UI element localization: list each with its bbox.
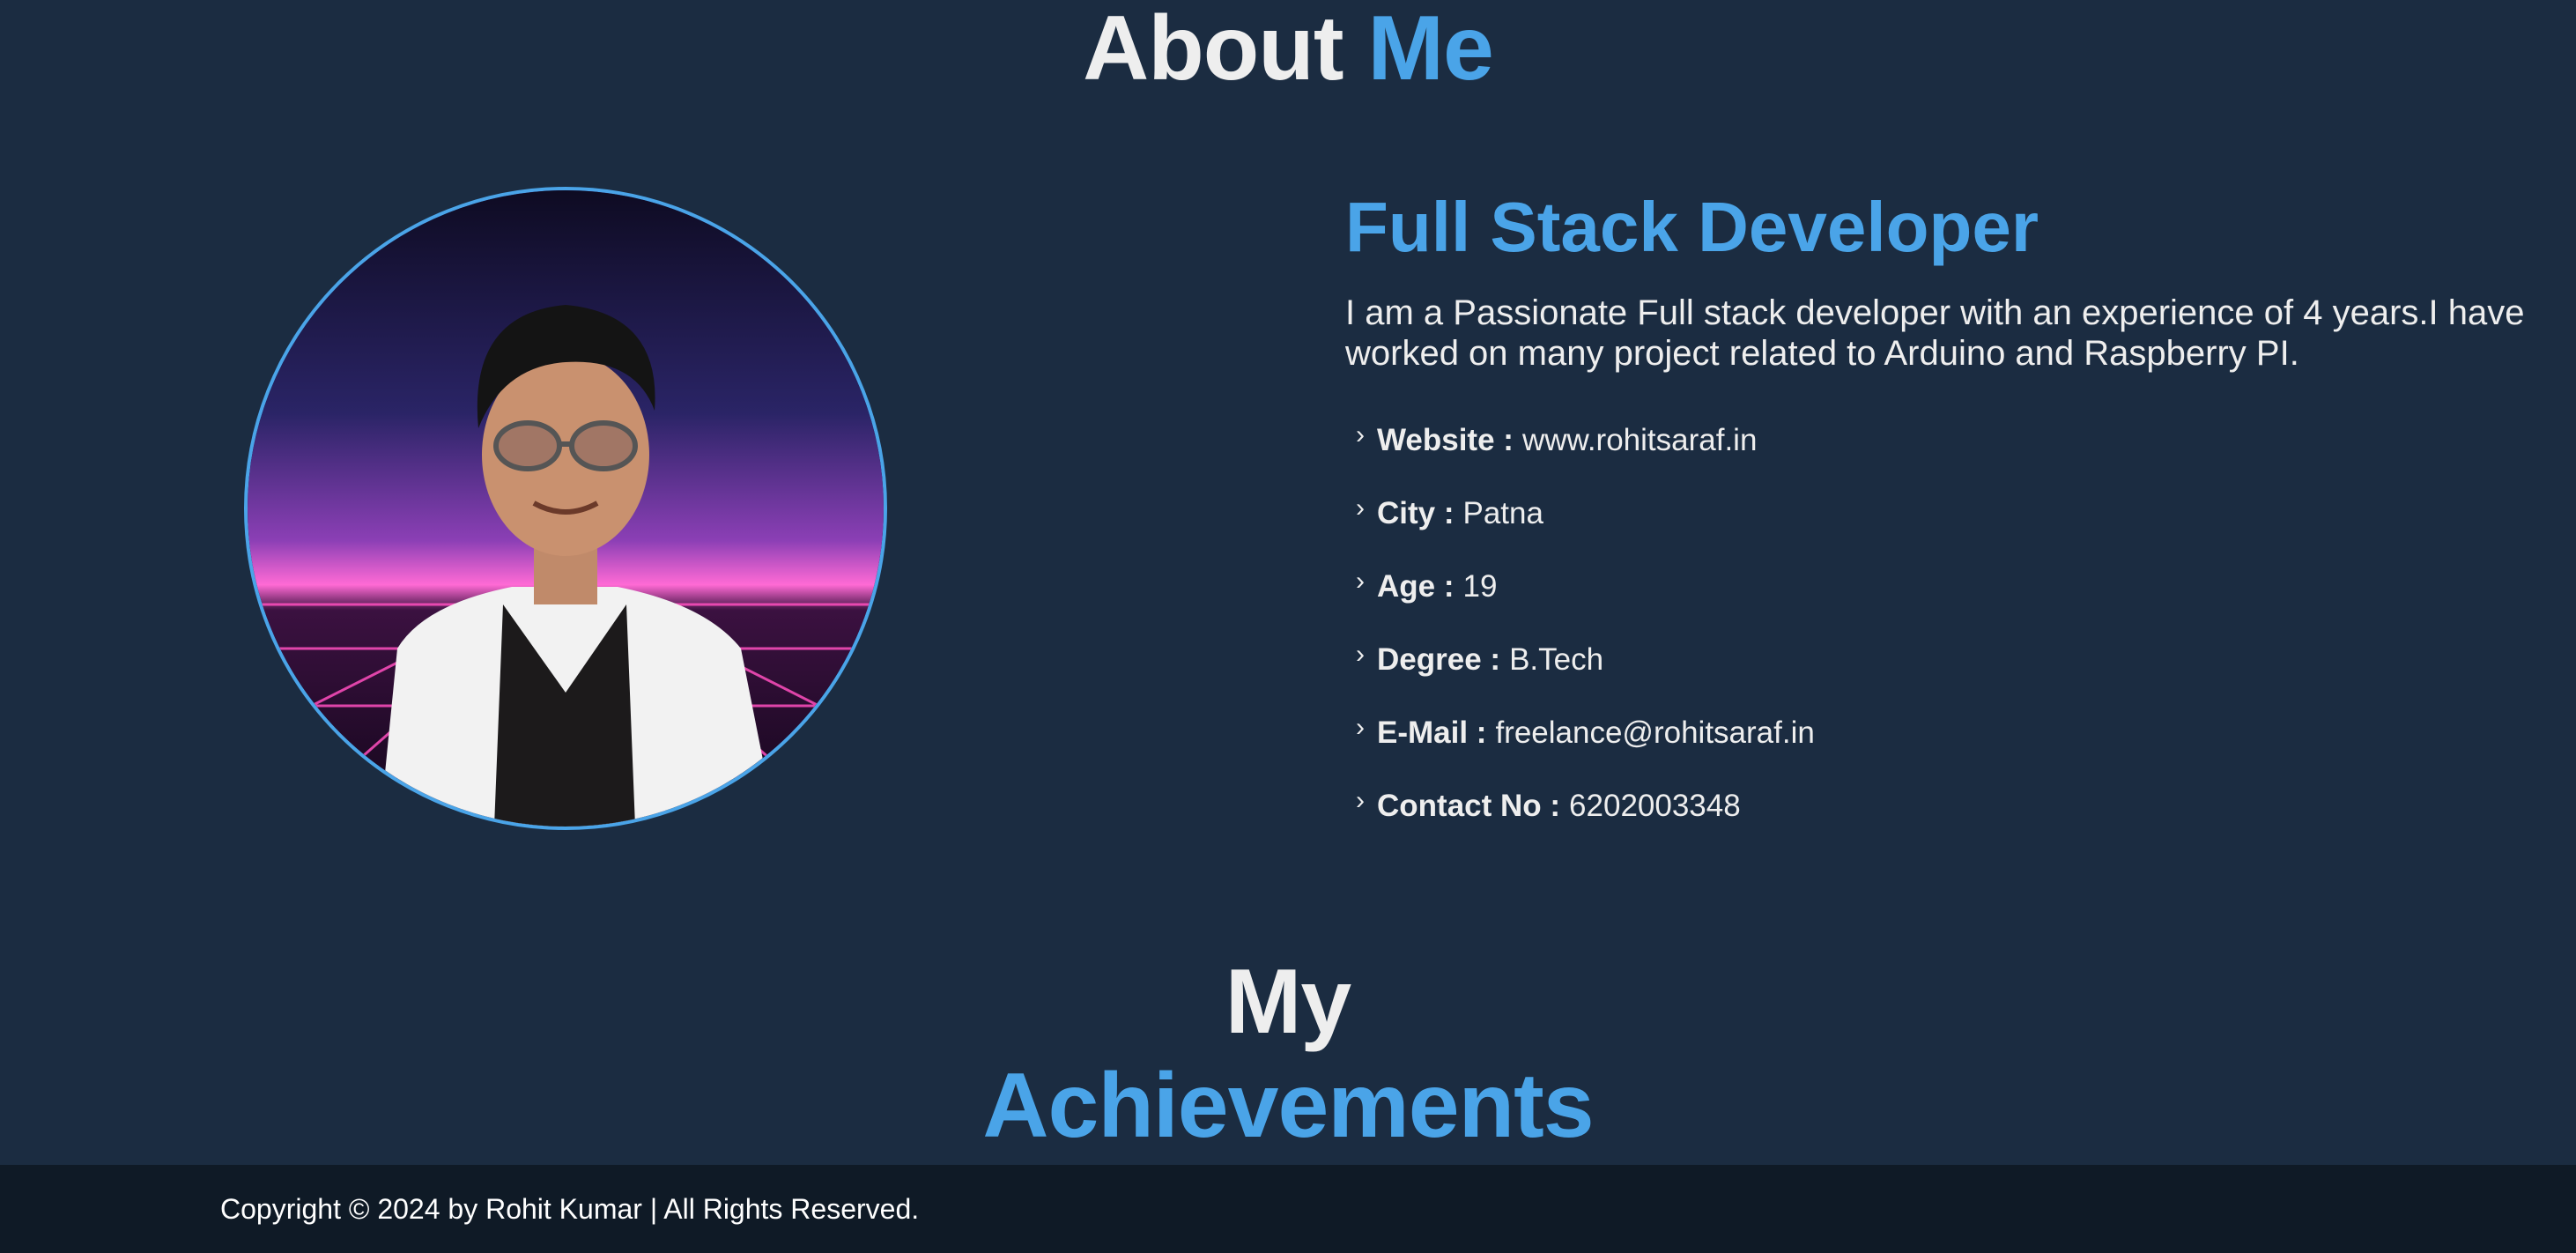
detail-value: freelance@rohitsaraf.in [1495, 715, 1815, 750]
profile-photo-illustration [248, 190, 884, 827]
detail-label: City : [1377, 495, 1455, 530]
detail-value: 19 [1462, 568, 1498, 604]
detail-degree: › Degree : B.Tech [1345, 623, 2561, 696]
detail-email: › E-Mail : freelance@rohitsaraf.in [1345, 696, 2561, 769]
detail-label: Degree : [1377, 641, 1501, 677]
detail-label: Website : [1377, 422, 1514, 457]
achievements-section-title: My Achievements [0, 950, 2576, 1158]
chevron-right-icon: › [1356, 566, 1365, 596]
about-section-title: About Me [0, 0, 2576, 97]
detail-value: B.Tech [1509, 641, 1604, 677]
profile-info: Full Stack Developer I am a Passionate F… [1345, 183, 2561, 842]
footer: Copyright © 2024 by Rohit Kumar | All Ri… [0, 1165, 2576, 1253]
chevron-right-icon: › [1356, 493, 1365, 523]
chevron-right-icon: › [1356, 785, 1365, 815]
detail-value: Patna [1462, 495, 1543, 530]
chevron-right-icon: › [1356, 639, 1365, 669]
detail-label: E-Mail : [1377, 715, 1487, 750]
chevron-right-icon: › [1356, 419, 1365, 449]
about-title-main: About [1083, 0, 1344, 100]
details-list: › Website : www.rohitsaraf.in › City : P… [1345, 404, 2561, 842]
detail-age: › Age : 19 [1345, 550, 2561, 623]
detail-website: › Website : www.rohitsaraf.in [1345, 404, 2561, 477]
detail-label: Age : [1377, 568, 1455, 604]
chevron-right-icon: › [1356, 712, 1365, 742]
detail-contact: › Contact No : 6202003348 [1345, 769, 2561, 842]
bio-text: I am a Passionate Full stack developer w… [1345, 293, 2525, 373]
achievements-title-main: My [1225, 951, 1351, 1053]
profile-photo [244, 187, 887, 830]
achievements-title-accent: Achievements [982, 1055, 1594, 1157]
detail-value: 6202003348 [1569, 788, 1741, 823]
page: About Me Full Stack Developer I am a Pas… [0, 0, 2576, 1253]
role-title: Full Stack Developer [1345, 188, 2039, 266]
about-title-accent: Me [1367, 0, 1493, 100]
detail-city: › City : Patna [1345, 477, 2561, 550]
copyright-text: Copyright © 2024 by Rohit Kumar | All Ri… [220, 1193, 920, 1225]
detail-label: Contact No : [1377, 788, 1561, 823]
detail-value: www.rohitsaraf.in [1521, 422, 1758, 457]
